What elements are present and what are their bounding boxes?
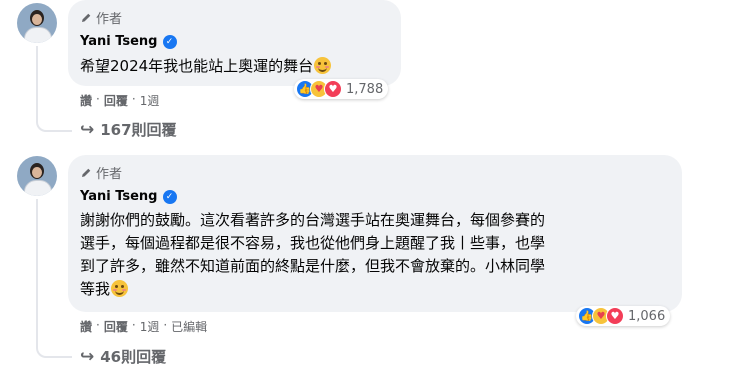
thread-line (36, 46, 38, 114)
comment-text-line: 選手，每個過程都是很不容易，我也從他們身上題醒了我丨些事，也學 (80, 234, 546, 252)
separator: · (131, 92, 136, 106)
smiling-face-icon (111, 280, 129, 297)
reply-arrow-icon: ↪ (80, 346, 95, 367)
comment-bubble: 作者 Yani Tseng ✓ 希望2024年我也能站上奧運的舞台 (68, 0, 401, 86)
author-tag: 作者 (80, 163, 122, 182)
pen-icon (82, 168, 91, 177)
verified-badge-icon: ✓ (162, 189, 177, 204)
love-reaction-icon: ♥ (606, 307, 624, 325)
reply-connector (36, 338, 72, 358)
separator: · (96, 92, 100, 106)
comment-text-content: 希望2024年我也能站上奧運的舞台 (80, 57, 314, 75)
like-button[interactable]: 讚 (80, 318, 92, 335)
avatar[interactable] (17, 156, 57, 196)
timestamp-link[interactable]: 1週 (140, 318, 160, 335)
reaction-summary[interactable]: 👍 ♥ ♥ 1,066 (576, 306, 671, 326)
verified-badge-icon: ✓ (162, 34, 177, 49)
timestamp-link[interactable]: 1週 (140, 92, 160, 109)
separator: · (163, 318, 168, 332)
love-reaction-icon: ♥ (324, 80, 342, 98)
author-tag-label: 作者 (96, 167, 123, 182)
reply-button[interactable]: 回覆 (104, 318, 128, 335)
separator: · (131, 318, 136, 332)
author-name[interactable]: Yani Tseng ✓ (80, 189, 177, 204)
author-tag: 作者 (80, 8, 122, 27)
like-button[interactable]: 讚 (80, 92, 92, 109)
pen-icon (82, 13, 91, 22)
author-tag-label: 作者 (96, 12, 123, 27)
reply-connector (36, 110, 72, 132)
reply-arrow-icon: ↪ (80, 119, 95, 140)
reaction-count: 1,788 (346, 81, 384, 97)
comment-text-last-line: 等我 (80, 278, 545, 301)
comment-text: 希望2024年我也能站上奧運的舞台 (80, 55, 332, 78)
view-replies-button[interactable]: ↪ 46則回覆 (80, 346, 166, 367)
comment-bubble: 作者 Yani Tseng ✓ 謝謝你們的鼓勵。這次看著許多的台灣選手站在奧運舞… (68, 155, 682, 312)
thread-line (36, 199, 38, 342)
comment-text-line: 到了許多，雖然不知道前面的終點是什麼，但我不會放棄的。小林同學 (80, 257, 546, 275)
comment-actions: 讚 · 回覆 · 1週 (80, 92, 159, 109)
edited-label[interactable]: 已編輯 (171, 318, 207, 335)
author-name[interactable]: Yani Tseng ✓ (80, 34, 177, 49)
comment-text-line: 等我 (80, 280, 111, 298)
author-name-label[interactable]: Yani Tseng (80, 189, 158, 204)
reaction-count: 1,066 (628, 308, 666, 324)
author-name-label[interactable]: Yani Tseng (80, 34, 158, 49)
smiling-face-icon (314, 57, 332, 74)
avatar[interactable] (17, 3, 57, 43)
reply-button[interactable]: 回覆 (104, 92, 128, 109)
view-replies-button[interactable]: ↪ 167則回覆 (80, 119, 177, 140)
comment-text-line: 謝謝你們的鼓勵。這次看著許多的台灣選手站在奧運舞台，每個參賽的 (80, 211, 546, 229)
replies-label[interactable]: 46則回覆 (100, 346, 166, 367)
comment-actions: 讚 · 回覆 · 1週 · 已編輯 (80, 318, 207, 335)
comment-text: 謝謝你們的鼓勵。這次看著許多的台灣選手站在奧運舞台，每個參賽的 選手，每個過程都… (80, 209, 545, 301)
reaction-summary[interactable]: 👍 ♥ ♥ 1,788 (294, 79, 389, 99)
replies-label[interactable]: 167則回覆 (100, 119, 176, 140)
separator: · (96, 318, 100, 332)
